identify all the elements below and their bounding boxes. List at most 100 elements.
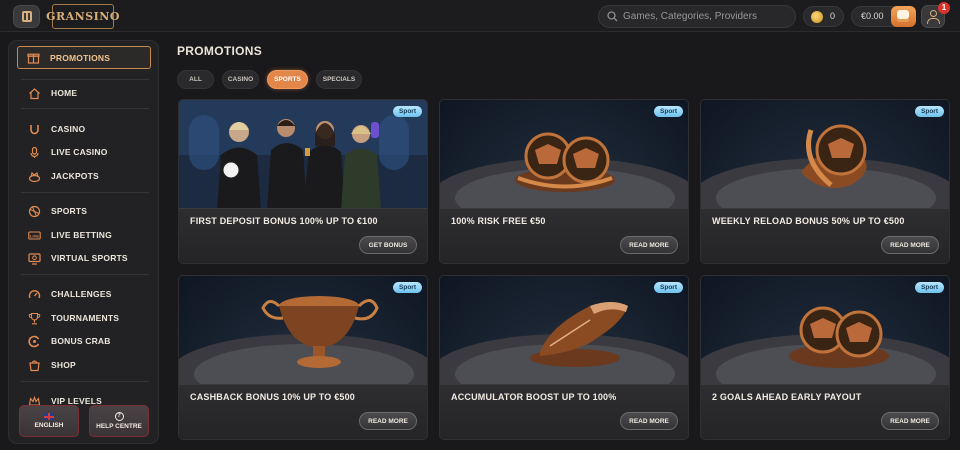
sidebar-item-label: CASINO	[51, 124, 86, 134]
sidebar-item-shop[interactable]: SHOP	[19, 356, 149, 374]
tab-all[interactable]: ALL	[177, 70, 214, 89]
sidebar-item-label: TOURNAMENTS	[51, 313, 120, 323]
wallet-balance[interactable]: €0.00	[851, 6, 916, 27]
sidebar-item-tournaments[interactable]: TOURNAMENTS	[19, 309, 149, 327]
boot-illustration	[440, 302, 688, 386]
promo-card[interactable]: Sport FIRST DEPOSIT BONUS 100% UP TO €10…	[178, 99, 428, 264]
promo-card-title: CASHBACK BONUS 10% UP TO €500	[190, 392, 356, 402]
monitor-icon	[28, 252, 41, 265]
sidebar-item-label: PROMOTIONS	[50, 52, 111, 63]
coin-icon	[811, 11, 823, 23]
divider	[21, 381, 149, 382]
promo-card-image	[440, 276, 688, 386]
players-illustration	[179, 100, 427, 210]
ball-swirl-illustration	[701, 124, 949, 210]
sidebar-item-label: LIVE CASINO	[51, 147, 108, 157]
sidebar-item-live-betting[interactable]: LIVE LIVE BETTING	[19, 226, 149, 244]
two-balls-illustration	[701, 306, 949, 386]
sidebar-item-casino[interactable]: CASINO	[19, 120, 149, 138]
page-title: PROMOTIONS	[177, 44, 263, 58]
home-icon	[29, 87, 40, 99]
sidebar-item-bonus-crab[interactable]: BONUS CRAB	[19, 332, 149, 350]
search-input[interactable]	[623, 6, 791, 27]
promo-card-image	[440, 100, 688, 210]
promo-card-image	[701, 100, 949, 210]
sidebar-item-virtual-sports[interactable]: VIRTUAL SPORTS	[19, 249, 149, 267]
sport-badge: Sport	[393, 106, 422, 117]
trophy-cup-illustration	[179, 296, 427, 386]
user-icon	[930, 10, 937, 17]
notification-badge: 1	[938, 2, 950, 14]
divider	[21, 192, 149, 193]
coins-value: 0	[830, 11, 836, 21]
balance-value: €0.00	[861, 11, 884, 21]
two-balls-illustration	[440, 132, 688, 210]
sidebar-toggle-button[interactable]	[13, 5, 40, 28]
coins-balance[interactable]: 0	[803, 6, 844, 27]
ball-icon	[28, 205, 41, 217]
microphone-icon	[30, 146, 39, 158]
site-logo[interactable]: GRANSINO	[46, 4, 119, 29]
promo-card[interactable]: Sport CASHBACK BONUS 10% UP TO €500 READ…	[178, 275, 428, 440]
sidebar-item-home[interactable]: HOME	[19, 84, 149, 102]
promo-card-title: FIRST DEPOSIT BONUS 100% UP TO €100	[190, 216, 378, 226]
divider	[21, 79, 149, 80]
sidebar-item-label: HOME	[51, 88, 78, 98]
sport-badge: Sport	[654, 106, 683, 117]
help-label: HELP CENTRE	[96, 423, 142, 430]
promo-card[interactable]: Sport 2 GOALS AHEAD EARLY PAYOUT READ MO…	[700, 275, 950, 440]
logo-text: GRANSINO	[46, 10, 120, 23]
tab-specials[interactable]: SPECIALS	[316, 70, 362, 89]
sidebar-item-sports[interactable]: SPORTS	[19, 202, 149, 220]
user-profile-button[interactable]: 1	[921, 2, 950, 28]
help-centre-button[interactable]: ? HELP CENTRE	[89, 405, 149, 437]
sidebar-item-label: SPORTS	[51, 206, 88, 216]
live-icon: LIVE	[28, 230, 41, 240]
promo-card-title: ACCUMULATOR BOOST UP TO 100%	[451, 392, 617, 402]
sidebar-item-jackpots[interactable]: JACKPOTS	[19, 167, 149, 185]
svg-text:LIVE: LIVE	[30, 233, 39, 238]
search-box[interactable]	[598, 5, 796, 28]
trophy-icon	[28, 312, 41, 324]
sidebar-item-label: VIRTUAL SPORTS	[51, 253, 128, 263]
promo-card-image	[701, 276, 949, 386]
sidebar-item-label: SHOP	[51, 360, 76, 370]
read-more-button[interactable]: READ MORE	[620, 236, 678, 254]
user-icon-body	[927, 18, 940, 24]
challenge-icon	[28, 289, 41, 298]
promo-card[interactable]: Sport WEEKLY RELOAD BONUS 50% UP TO €500…	[700, 99, 950, 264]
help-icon: ?	[114, 412, 124, 421]
sidebar-item-live-casino[interactable]: LIVE CASINO	[19, 143, 149, 161]
read-more-button[interactable]: READ MORE	[620, 412, 678, 430]
read-more-button[interactable]: READ MORE	[881, 236, 939, 254]
sidebar-item-label: BONUS CRAB	[51, 336, 111, 346]
promotion-filter-tabs: ALL CASINO SPORTS SPECIALS	[177, 70, 362, 90]
sidebar-item-label: LIVE BETTING	[51, 230, 112, 240]
language-label: ENGLISH	[34, 422, 64, 429]
sidebar-item-challenges[interactable]: CHALLENGES	[19, 285, 149, 303]
divider	[21, 274, 149, 275]
tab-sports[interactable]: SPORTS	[267, 70, 308, 89]
sidebar: PROMOTIONS HOME CASINO LIVE CASINO JACKP…	[8, 40, 159, 444]
read-more-button[interactable]: READ MORE	[881, 412, 939, 430]
tab-casino[interactable]: CASINO	[222, 70, 259, 89]
sidebar-item-promotions[interactable]: PROMOTIONS	[17, 46, 151, 69]
divider	[21, 108, 149, 109]
get-bonus-button[interactable]: GET BONUS	[359, 236, 417, 254]
top-bar: GRANSINO 0 €0.00 1	[0, 0, 960, 32]
promo-card-title: WEEKLY RELOAD BONUS 50% UP TO €500	[712, 216, 905, 226]
promo-card[interactable]: Sport 100% RISK FREE €50 READ MORE	[439, 99, 689, 264]
sidebar-panel-icon	[22, 11, 32, 22]
sidebar-item-label: JACKPOTS	[51, 171, 99, 181]
promo-card-title: 100% RISK FREE €50	[451, 216, 546, 226]
promo-card[interactable]: Sport ACCUMULATOR BOOST UP TO 100% READ …	[439, 275, 689, 440]
sport-badge: Sport	[915, 282, 944, 293]
crab-icon	[28, 335, 40, 347]
read-more-button[interactable]: READ MORE	[359, 412, 417, 430]
language-button[interactable]: ENGLISH	[19, 405, 79, 437]
wallet-icon[interactable]	[891, 6, 916, 27]
sport-badge: Sport	[654, 282, 683, 293]
promo-card-image	[179, 100, 427, 210]
shop-icon	[29, 359, 40, 371]
uk-flag-icon	[44, 413, 54, 420]
